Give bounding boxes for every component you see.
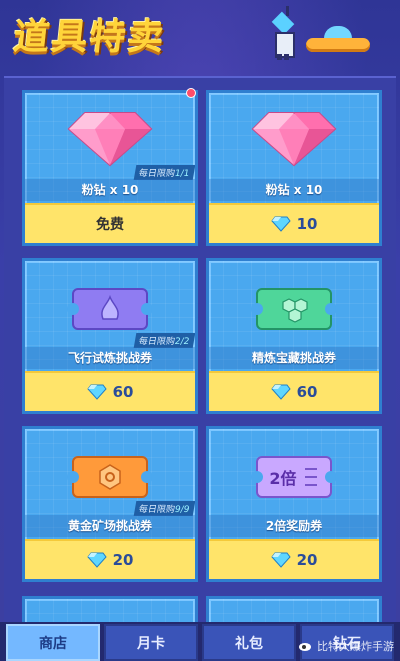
green-ticket-icon	[251, 288, 337, 330]
ufo-icon	[306, 26, 370, 52]
buy-button[interactable]: 20	[209, 539, 379, 579]
price-value: 60	[296, 383, 318, 401]
watermark: 比特大爆炸手游	[298, 638, 394, 654]
tab-gift-pack[interactable]: 礼包	[202, 624, 296, 661]
blue-gem-icon	[270, 216, 291, 232]
buy-button[interactable]: 60	[25, 371, 195, 411]
buy-button[interactable]: 20	[25, 539, 195, 579]
item-name: 黄金矿场挑战券	[25, 515, 195, 537]
blue-gem-icon	[86, 552, 107, 568]
double-reward-ticket-icon: 2倍	[251, 456, 337, 498]
item-name: 飞行试炼挑战券	[25, 347, 195, 369]
shop-item-card[interactable]: 粉钻 x 10 10	[206, 90, 382, 246]
notification-dot	[186, 88, 196, 98]
page-title: 道具特卖	[11, 17, 168, 58]
price-value: 60	[112, 383, 134, 401]
shop-item-card[interactable]: 每日限购2/2 飞行试炼挑战券 60	[22, 258, 198, 414]
shop-item-card[interactable]: 每日限购9/9 黄金矿场挑战券 20	[22, 426, 198, 582]
price-value: 20	[296, 551, 318, 569]
item-name: 2倍奖励券	[209, 515, 379, 537]
robot-mascot-icon	[268, 6, 298, 60]
price-value: 20	[112, 551, 134, 569]
svg-text:2倍: 2倍	[269, 469, 296, 488]
header: 道具特卖	[0, 0, 400, 78]
item-name: 粉钻 x 10	[25, 179, 195, 201]
price-value: 10	[296, 215, 318, 233]
pink-diamond-icon	[67, 112, 153, 167]
pink-diamond-icon	[251, 112, 337, 167]
item-name: 精炼宝藏挑战券	[209, 347, 379, 369]
tab-shop[interactable]: 商店	[6, 624, 100, 661]
orange-ticket-icon	[67, 456, 153, 498]
tab-monthly-card[interactable]: 月卡	[104, 624, 198, 661]
daily-limit-badge: 每日限购1/1	[133, 165, 195, 180]
blue-gem-icon	[86, 384, 107, 400]
weibo-icon	[299, 643, 311, 651]
daily-limit-badge: 每日限购9/9	[133, 501, 195, 516]
blue-gem-icon	[270, 552, 291, 568]
shop-item-card[interactable]: 2倍 2倍奖励券 20	[206, 426, 382, 582]
shop-item-card[interactable]: 每日限购1/1 粉钻 x 10 免费	[22, 90, 198, 246]
daily-limit-badge: 每日限购2/2	[133, 333, 195, 348]
blue-gem-icon	[270, 384, 291, 400]
shop-item-card[interactable]: 精炼宝藏挑战券 60	[206, 258, 382, 414]
purple-ticket-icon	[67, 288, 153, 330]
item-name: 粉钻 x 10	[209, 179, 379, 201]
buy-button[interactable]: 60	[209, 371, 379, 411]
price-label: 免费	[96, 217, 124, 233]
free-button[interactable]: 免费	[25, 203, 195, 243]
buy-button[interactable]: 10	[209, 203, 379, 243]
